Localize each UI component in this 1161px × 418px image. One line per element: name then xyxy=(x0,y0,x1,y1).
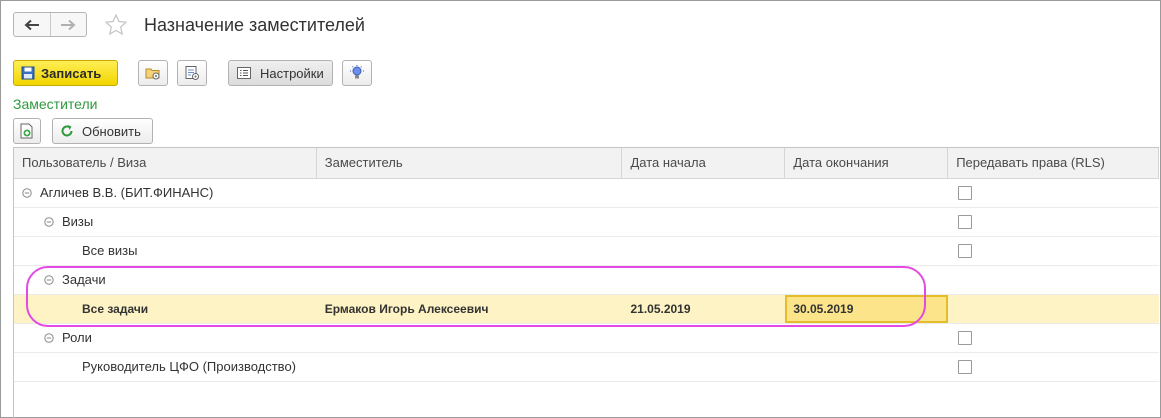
end-date-cell xyxy=(785,324,948,352)
deputy-cell xyxy=(317,266,623,294)
settings-button[interactable]: Настройки xyxy=(228,60,333,86)
rls-checkbox[interactable] xyxy=(958,331,973,345)
add-button[interactable] xyxy=(13,118,41,144)
user-cell: Визы xyxy=(14,208,317,236)
deputy-cell xyxy=(317,208,623,236)
rls-cell xyxy=(948,295,1159,323)
collapse-icon[interactable] xyxy=(44,332,54,343)
table-row[interactable]: Все визы xyxy=(14,237,1159,266)
column-header-rls[interactable]: Передавать права (RLS) xyxy=(948,148,1159,178)
list-gear-icon xyxy=(185,66,199,80)
start-date-cell xyxy=(622,237,785,265)
rls-checkbox[interactable] xyxy=(958,215,973,229)
end-date-cell xyxy=(785,353,948,381)
nav-buttons xyxy=(13,12,87,37)
rls-checkbox[interactable] xyxy=(958,186,973,200)
table-row[interactable]: Роли xyxy=(14,324,1159,353)
end-date-cell xyxy=(785,208,948,236)
refresh-button[interactable]: Обновить xyxy=(52,118,153,144)
rls-cell xyxy=(948,208,1159,236)
table-row[interactable]: Задачи xyxy=(14,266,1159,295)
save-button-label: Записать xyxy=(41,65,102,81)
end-date-cell xyxy=(785,266,948,294)
deputy-cell xyxy=(317,237,623,265)
rls-cell xyxy=(948,179,1159,207)
item-name: Все визы xyxy=(82,243,138,258)
folder-gear-icon xyxy=(145,68,160,80)
rls-cell xyxy=(948,324,1159,352)
item-name: Все задачи xyxy=(82,302,149,316)
back-arrow-icon xyxy=(24,19,39,30)
settings-button-label: Настройки xyxy=(260,65,324,81)
refresh-icon xyxy=(61,125,73,137)
end-date-cell[interactable]: 30.05.2019 xyxy=(785,295,949,323)
deputy-cell xyxy=(317,179,623,207)
add-document-icon xyxy=(20,123,33,139)
start-date-cell xyxy=(622,324,785,352)
item-name: Руководитель ЦФО (Производство) xyxy=(82,359,297,374)
table-header: Пользователь / Виза Заместитель Дата нач… xyxy=(14,148,1159,179)
deputy-cell xyxy=(317,324,623,352)
rls-checkbox[interactable] xyxy=(958,244,973,258)
start-date-cell xyxy=(622,353,785,381)
group-name: Визы xyxy=(62,214,94,229)
group-name: Роли xyxy=(62,330,92,345)
collapse-icon[interactable] xyxy=(22,187,32,198)
end-date-cell xyxy=(785,179,948,207)
rls-cell xyxy=(948,353,1159,381)
forward-button[interactable] xyxy=(49,13,87,36)
page-title: Назначение заместителей xyxy=(144,15,365,35)
deputy-cell xyxy=(317,353,623,381)
list-settings-button[interactable] xyxy=(177,60,207,86)
user-cell: Задачи xyxy=(14,266,317,294)
forward-arrow-icon xyxy=(61,19,76,30)
hint-button[interactable] xyxy=(342,60,372,86)
column-header-start-date[interactable]: Дата начала xyxy=(622,148,786,178)
deputy-cell[interactable]: Ермаков Игорь Алексеевич xyxy=(317,295,623,323)
column-header-end-date[interactable]: Дата окончания xyxy=(785,148,949,178)
user-cell: Агличев В.В. (БИТ.ФИНАНС) xyxy=(14,179,317,207)
table-row[interactable]: Агличев В.В. (БИТ.ФИНАНС) xyxy=(14,179,1159,208)
save-button[interactable]: Записать xyxy=(13,60,118,86)
user-cell: Все визы xyxy=(14,237,317,265)
column-header-deputy[interactable]: Заместитель xyxy=(317,148,623,178)
back-button[interactable] xyxy=(14,13,50,36)
rls-cell xyxy=(948,237,1159,265)
user-cell: Все задачи xyxy=(14,295,317,323)
end-date-cell xyxy=(785,237,948,265)
start-date-cell xyxy=(622,208,785,236)
user-name: Агличев В.В. (БИТ.ФИНАНС) xyxy=(40,185,214,200)
floppy-disk-icon xyxy=(21,66,35,80)
section-title: Заместители xyxy=(13,96,98,112)
lightbulb-icon xyxy=(350,65,364,79)
collapse-icon[interactable] xyxy=(44,274,54,285)
start-date-cell xyxy=(622,179,785,207)
refresh-button-label: Обновить xyxy=(82,123,141,139)
column-header-user[interactable]: Пользователь / Виза xyxy=(14,148,317,178)
deputies-table: Пользователь / Виза Заместитель Дата нач… xyxy=(13,147,1159,418)
folder-settings-button[interactable] xyxy=(138,60,168,86)
star-icon[interactable] xyxy=(104,13,128,37)
user-cell: Руководитель ЦФО (Производство) xyxy=(14,353,317,381)
settings-list-icon xyxy=(237,67,251,79)
collapse-icon[interactable] xyxy=(44,216,54,227)
rls-checkbox[interactable] xyxy=(958,360,973,374)
group-name: Задачи xyxy=(62,272,106,287)
user-cell: Роли xyxy=(14,324,317,352)
table-row[interactable]: Руководитель ЦФО (Производство) xyxy=(14,353,1159,382)
table-row-selected[interactable]: Все задачи Ермаков Игорь Алексеевич 21.0… xyxy=(14,295,1159,324)
start-date-cell xyxy=(622,266,785,294)
table-row[interactable]: Визы xyxy=(14,208,1159,237)
start-date-cell[interactable]: 21.05.2019 xyxy=(622,295,785,323)
rls-cell xyxy=(948,266,1159,294)
